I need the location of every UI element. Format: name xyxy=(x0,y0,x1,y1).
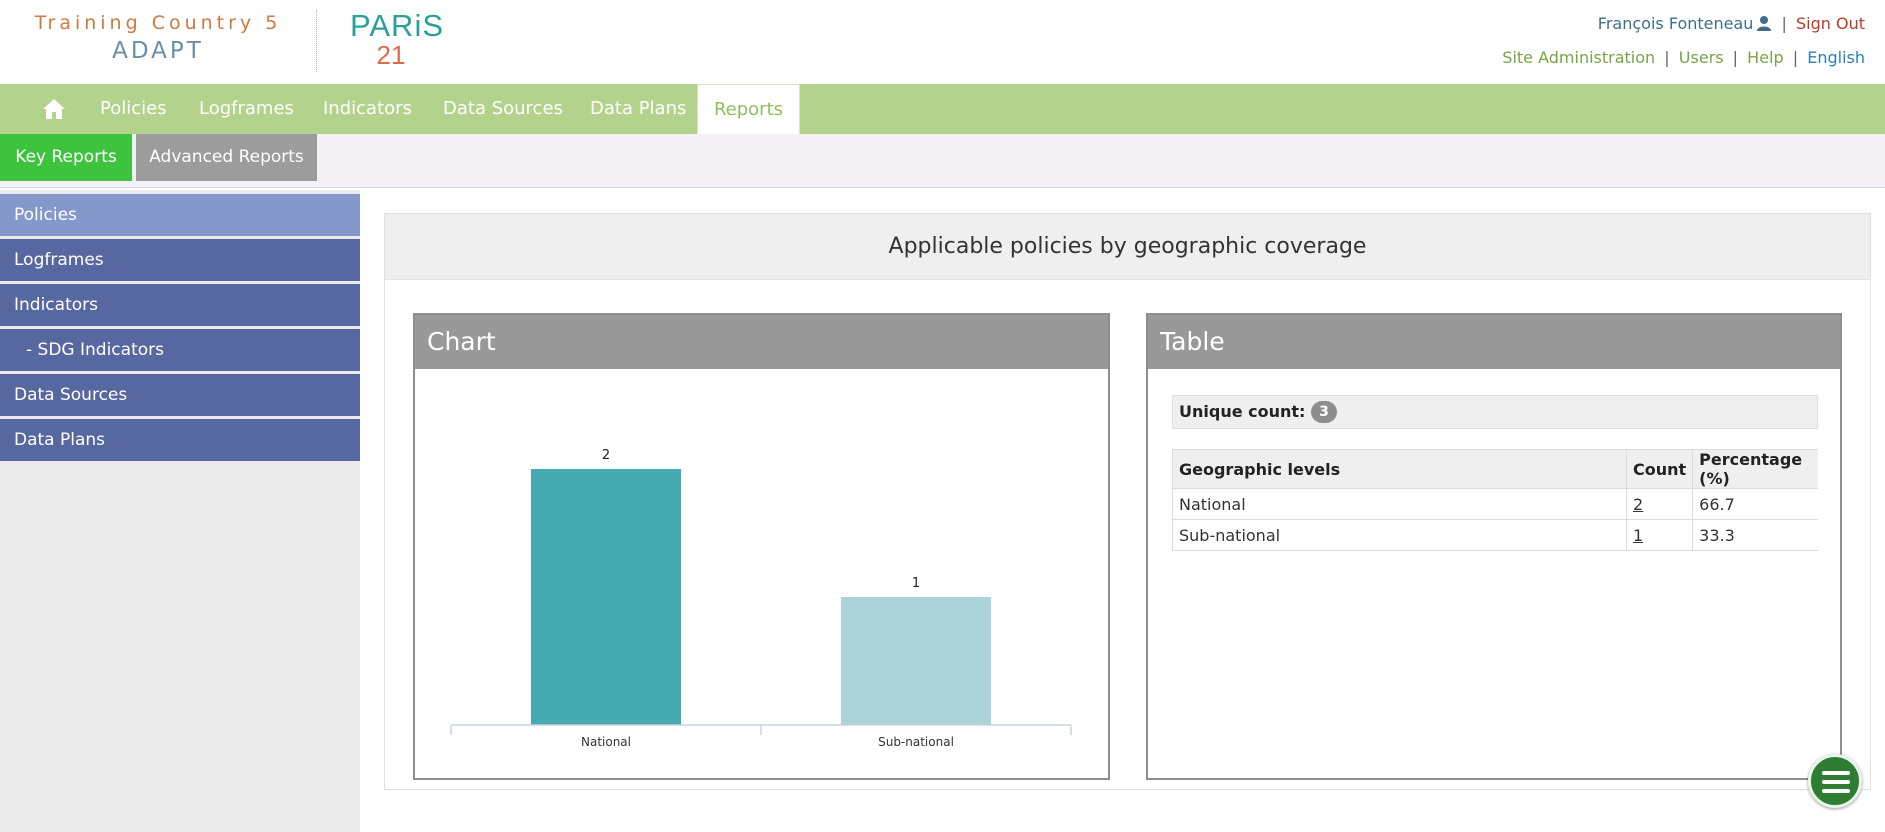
sidebar: Policies Logframes Indicators - SDG Indi… xyxy=(0,190,360,832)
brand-divider xyxy=(316,10,317,72)
user-bar: François Fonteneau | Sign Out xyxy=(1598,14,1865,33)
cell-count: 2 xyxy=(1625,488,1694,520)
sign-out-link[interactable]: Sign Out xyxy=(1796,14,1865,33)
unique-count-label: Unique count: xyxy=(1179,402,1306,421)
table-header-row: Geographic levels Count Percentage (%) xyxy=(1172,449,1818,489)
sidebar-item-indicators[interactable]: Indicators xyxy=(0,284,360,326)
bar-national xyxy=(531,469,681,725)
x-tick-label: National xyxy=(581,735,631,749)
paris21-logo-number: 21 xyxy=(376,40,406,70)
table-panel: Table Unique count: 3 Geographic levels … xyxy=(1146,313,1842,780)
cell-percentage: 33.3 xyxy=(1692,519,1818,551)
nav-policies[interactable]: Policies xyxy=(100,84,167,134)
column-header-percentage[interactable]: Percentage (%) xyxy=(1692,449,1818,489)
help-link[interactable]: Help xyxy=(1747,48,1783,67)
home-icon xyxy=(43,99,65,119)
separator: | xyxy=(1664,48,1670,67)
report-title: Applicable policies by geographic covera… xyxy=(385,214,1870,280)
product-name: ADAPT xyxy=(112,38,204,64)
nav-data-plans[interactable]: Data Plans xyxy=(590,84,686,134)
user-name-link[interactable]: François Fonteneau xyxy=(1598,14,1754,33)
separator: | xyxy=(1781,14,1787,33)
site-administration-link[interactable]: Site Administration xyxy=(1502,48,1655,67)
sidebar-item-sdg-indicators[interactable]: - SDG Indicators xyxy=(0,329,360,371)
brand-logo[interactable]: Training Country 5 ADAPT xyxy=(28,12,288,64)
nav-logframes[interactable]: Logframes xyxy=(199,84,294,134)
nav-indicators[interactable]: Indicators xyxy=(323,84,412,134)
sidebar-item-data-sources[interactable]: Data Sources xyxy=(0,374,360,416)
column-header-count[interactable]: Count xyxy=(1625,449,1694,489)
user-icon xyxy=(1757,16,1772,31)
tab-key-reports[interactable]: Key Reports xyxy=(0,134,132,181)
chart-panel-title: Chart xyxy=(415,315,1108,369)
chart-panel: Chart 2 National 1 Sub-national xyxy=(413,313,1110,780)
geographic-levels-table: Geographic levels Count Percentage (%) N… xyxy=(1172,449,1818,551)
admin-links: Site Administration | Users | Help | Eng… xyxy=(1502,48,1865,67)
cell-level: Sub-national xyxy=(1172,519,1627,551)
column-header-geographic-levels[interactable]: Geographic levels xyxy=(1172,449,1627,489)
cell-count: 1 xyxy=(1625,519,1694,551)
paris21-logo-word: PARiS xyxy=(350,8,445,43)
header: Training Country 5 ADAPT PARiS 21 Franço… xyxy=(0,0,1885,84)
count-link[interactable]: 1 xyxy=(1633,526,1643,545)
bar-chart: 2 National 1 Sub-national xyxy=(450,448,1072,749)
bar-value-label: 1 xyxy=(912,576,920,591)
cell-level: National xyxy=(1172,488,1627,520)
floating-menu-button[interactable] xyxy=(1808,754,1862,808)
nav-reports[interactable]: Reports xyxy=(697,84,800,134)
reports-subnav: Key Reports Advanced Reports xyxy=(0,134,1885,188)
users-link[interactable]: Users xyxy=(1679,48,1724,67)
x-tick-label: Sub-national xyxy=(878,735,954,749)
sidebar-item-logframes[interactable]: Logframes xyxy=(0,239,360,281)
table-row: Sub-national 1 33.3 xyxy=(1172,519,1818,551)
paris21-logo: PARiS 21 xyxy=(350,8,445,69)
tab-advanced-reports[interactable]: Advanced Reports xyxy=(136,134,317,181)
bar-value-label: 2 xyxy=(602,448,610,463)
count-link[interactable]: 2 xyxy=(1633,495,1643,514)
bar-sub-national xyxy=(841,597,991,725)
cell-percentage: 66.7 xyxy=(1692,488,1818,520)
sidebar-item-policies[interactable]: Policies xyxy=(0,194,360,236)
separator: | xyxy=(1732,48,1739,67)
main-nav: Policies Logframes Indicators Data Sourc… xyxy=(0,84,1885,134)
table-panel-title: Table xyxy=(1148,315,1840,369)
sidebar-item-data-plans[interactable]: Data Plans xyxy=(0,419,360,461)
country-name: Training Country 5 xyxy=(34,12,282,34)
language-link[interactable]: English xyxy=(1807,48,1865,67)
separator: | xyxy=(1792,48,1799,67)
nav-home[interactable] xyxy=(40,84,68,134)
table-row: National 2 66.7 xyxy=(1172,488,1818,520)
nav-data-sources[interactable]: Data Sources xyxy=(443,84,563,134)
unique-count-row: Unique count: 3 xyxy=(1172,395,1818,429)
unique-count-badge: 3 xyxy=(1311,401,1338,423)
